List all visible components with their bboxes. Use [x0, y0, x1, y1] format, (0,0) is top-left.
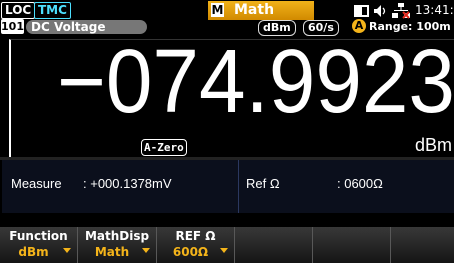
chevron-down-icon	[63, 248, 71, 253]
softkey-label: MathDisp	[84, 229, 150, 243]
softkey-label: REF Ω	[175, 229, 216, 243]
display-icon	[354, 5, 369, 17]
math-mode-badge: M	[211, 3, 224, 17]
status-bar: LOC TMC M Math 13:41:0 101 DC Voltage dB…	[0, 0, 454, 36]
softkey-4[interactable]	[235, 227, 313, 263]
clock: 13:41:0	[415, 3, 454, 17]
network-icon	[392, 3, 410, 19]
auto-range-badge: A	[352, 19, 366, 33]
loc-indicator: LOC	[1, 2, 36, 19]
mode-title-bar: M Math	[208, 1, 314, 20]
primary-reading: −074.9923	[57, 32, 454, 132]
chevron-down-icon	[220, 248, 228, 253]
mode-title: Math	[234, 2, 275, 18]
secondary-divider	[238, 160, 239, 213]
speaker-icon	[374, 5, 386, 17]
measure-value: : +000.1378mV	[83, 176, 172, 191]
softkey-bar: Function dBm MathDisp Math REF Ω 600Ω	[0, 227, 454, 263]
softkey-6[interactable]	[391, 227, 454, 263]
softkey-5[interactable]	[313, 227, 391, 263]
tmc-indicator: TMC	[34, 2, 71, 19]
azero-indicator: A-Zero	[141, 139, 187, 156]
chevron-down-icon	[142, 248, 150, 253]
status-icons: 13:41:0	[354, 3, 454, 19]
softkey-function[interactable]: Function dBm	[0, 227, 78, 263]
main-reading-panel: −074.9923 A-Zero dBm	[9, 32, 454, 158]
ref-label: Ref Ω	[246, 176, 280, 191]
reading-unit: dBm	[414, 135, 452, 155]
softkey-label: Function	[9, 229, 68, 243]
secondary-panel: Measure : +000.1378mV Ref Ω : 0600Ω	[2, 160, 454, 213]
softkey-ref-ohm[interactable]: REF Ω 600Ω	[157, 227, 235, 263]
ref-value: : 0600Ω	[337, 176, 383, 191]
measure-label: Measure	[11, 176, 62, 191]
channel-number: 101	[1, 19, 24, 34]
softkey-mathdisp[interactable]: MathDisp Math	[78, 227, 157, 263]
